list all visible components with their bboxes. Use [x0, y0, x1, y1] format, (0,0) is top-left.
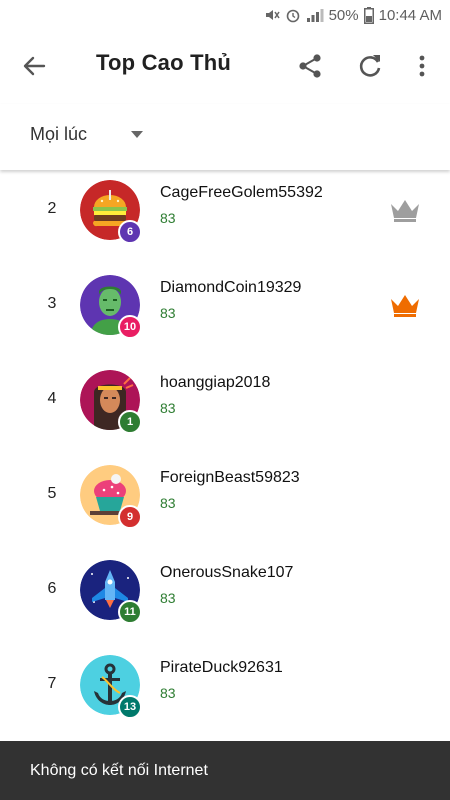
time-filter-dropdown[interactable]: Mọi lúc [30, 124, 144, 145]
leaderboard-row[interactable]: 3 10 DiamondCoin19329 83 [0, 257, 450, 352]
leaderboard-row[interactable]: 4 1 hoanggiap2018 83 [0, 352, 450, 447]
time-filter-bar: Mọi lúc [0, 104, 450, 170]
time-filter-value: Mọi lúc [30, 124, 88, 144]
rank-number: 3 [47, 295, 57, 312]
rank-number: 4 [47, 390, 57, 407]
snackbar-message: Không có kết nối Internet [30, 761, 208, 779]
player-name: CageFreeGolem55392 [160, 184, 323, 201]
status-bar: 50% 10:44 AM [0, 0, 450, 30]
leaderboard-row[interactable]: 5 9 ForeignBeast59823 83 [0, 447, 450, 542]
share-icon[interactable] [294, 50, 326, 82]
player-avatar[interactable]: 6 [80, 180, 142, 244]
app-toolbar: Top Cao Thủ [0, 30, 450, 102]
refresh-icon[interactable] [354, 50, 386, 82]
player-avatar[interactable]: 13 [80, 655, 142, 719]
signal-icon [306, 9, 324, 22]
player-avatar[interactable]: 1 [80, 370, 142, 434]
player-name: ForeignBeast59823 [160, 469, 300, 486]
player-score: 83 [160, 210, 176, 226]
rank-number: 6 [47, 580, 57, 597]
leaderboard-row[interactable]: 2 6 CageFreeGolem55392 83 [0, 162, 450, 257]
player-avatar[interactable]: 9 [80, 465, 142, 529]
player-score: 83 [160, 305, 176, 321]
player-avatar[interactable]: 10 [80, 275, 142, 339]
player-score: 83 [160, 685, 176, 701]
leaderboard-row[interactable]: 7 13 PirateDuck92631 83 [0, 637, 450, 732]
level-badge: 9 [118, 505, 142, 529]
more-options-icon[interactable] [406, 50, 438, 82]
player-score: 83 [160, 590, 176, 606]
player-name: PirateDuck92631 [160, 659, 283, 676]
battery-percent: 50% [328, 6, 359, 24]
alarm-icon [286, 9, 299, 23]
player-name: hoanggiap2018 [160, 374, 271, 391]
battery-icon [363, 6, 374, 24]
player-avatar[interactable]: 11 [80, 560, 142, 624]
rank-number: 2 [47, 200, 57, 217]
leaderboard-row[interactable]: 6 11 OnerousSnake107 83 [0, 542, 450, 637]
silver-crown-icon [391, 200, 419, 222]
player-score: 83 [160, 495, 176, 511]
level-badge: 6 [118, 220, 142, 244]
back-arrow-icon[interactable] [18, 50, 50, 82]
mute-icon [265, 10, 280, 20]
player-score: 83 [160, 400, 176, 416]
level-badge: 1 [118, 410, 142, 434]
player-name: OnerousSnake107 [160, 564, 294, 581]
offline-snackbar: Không có kết nối Internet [0, 741, 450, 800]
page-title: Top Cao Thủ [96, 50, 231, 75]
player-name: DiamondCoin19329 [160, 279, 302, 296]
level-badge: 11 [118, 600, 142, 624]
rank-number: 7 [47, 675, 57, 692]
level-badge: 13 [118, 695, 142, 719]
dropdown-arrow-icon [131, 131, 144, 138]
level-badge: 10 [118, 315, 142, 339]
rank-number: 5 [47, 485, 57, 502]
status-time: 10:44 AM [378, 6, 442, 24]
orange-crown-icon [391, 295, 419, 317]
